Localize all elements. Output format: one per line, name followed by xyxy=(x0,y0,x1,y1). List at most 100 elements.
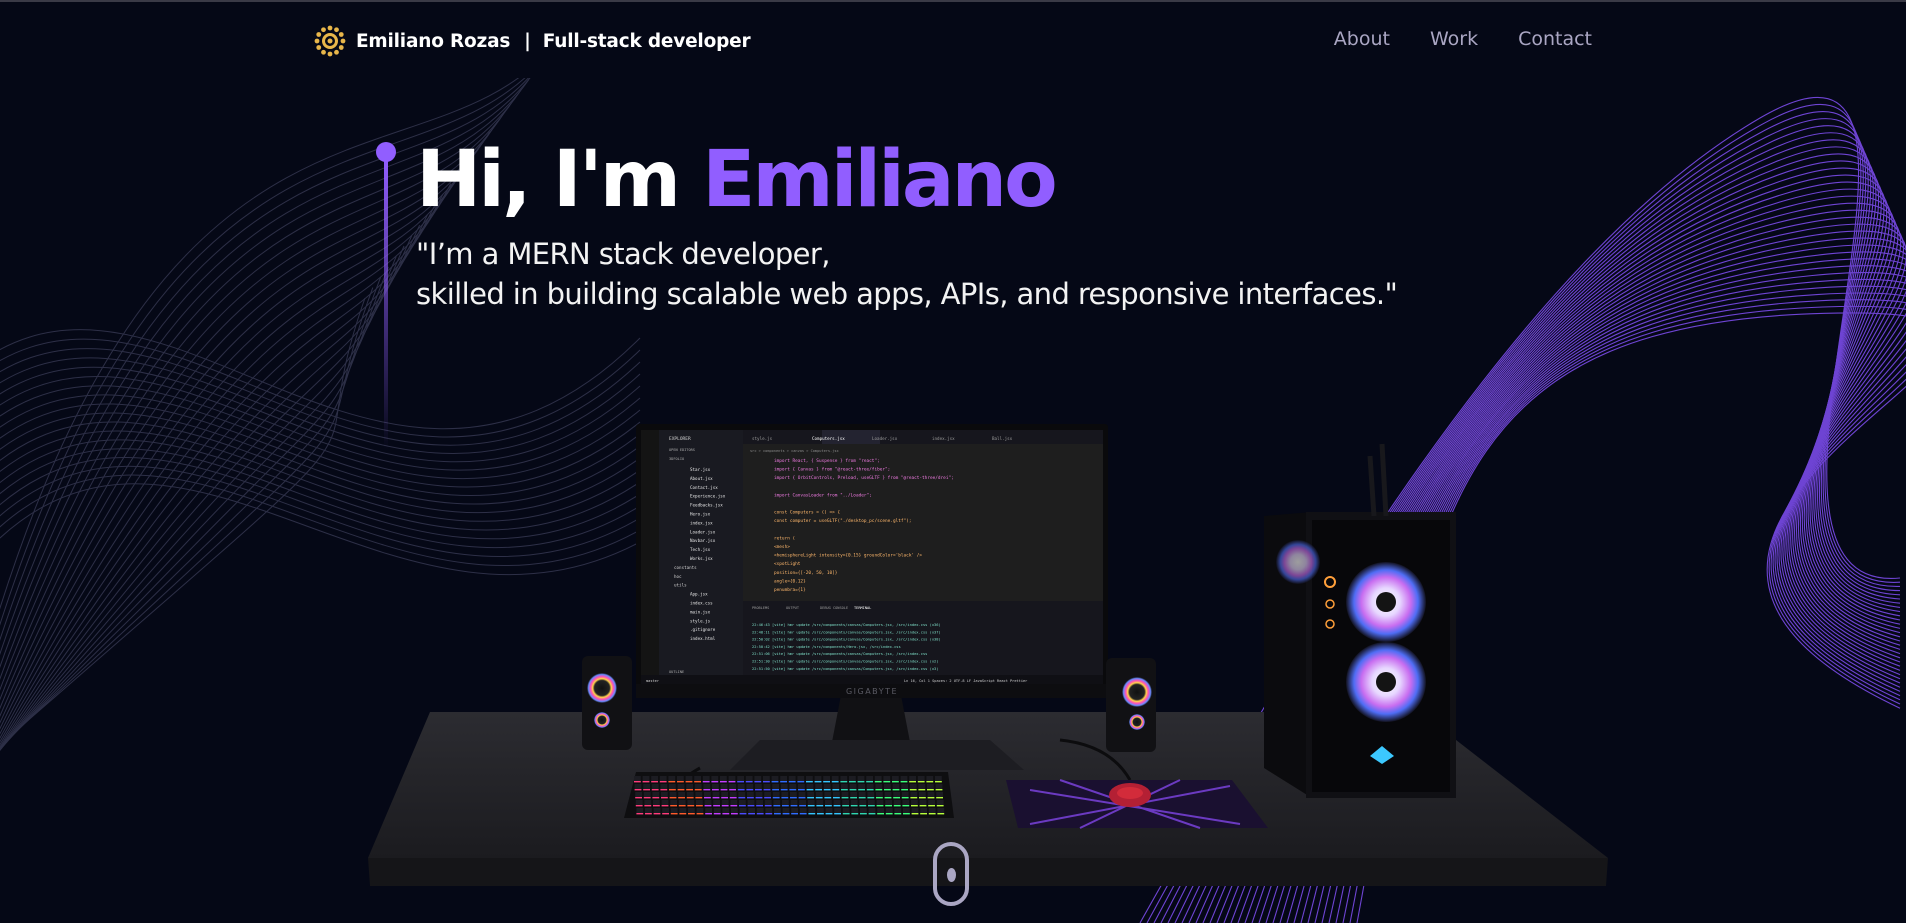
explorer-file: Feedbacks.jsx xyxy=(690,503,723,508)
keyboard-key xyxy=(841,784,848,790)
keyboard-key xyxy=(678,792,685,798)
keyboard-key xyxy=(772,792,780,798)
key-backlight xyxy=(731,813,738,815)
keyboard-key xyxy=(763,784,771,790)
key-backlight xyxy=(788,781,796,783)
keyboard-key xyxy=(764,800,772,806)
terminal-line: 22:50:02 [vite] hmr update /src/componen… xyxy=(752,638,941,642)
key-backlight xyxy=(755,789,762,791)
key-backlight xyxy=(729,789,736,791)
hero-subtitle: "I’m a MERN stack developer, skilled in … xyxy=(416,234,1398,314)
key-backlight xyxy=(651,781,658,783)
hero-subtitle-line1: "I’m a MERN stack developer, xyxy=(416,237,830,271)
speaker-left xyxy=(582,656,632,750)
key-backlight xyxy=(798,797,806,799)
nav-link-contact[interactable]: Contact xyxy=(1518,28,1592,50)
keyboard-key xyxy=(711,776,719,782)
key-backlight xyxy=(704,805,712,807)
key-backlight xyxy=(823,789,831,791)
keyboard-key xyxy=(677,776,684,782)
keyboard-key xyxy=(920,808,927,814)
key-backlight xyxy=(893,805,901,807)
keyboard-key xyxy=(937,808,945,814)
code-line: penumbra={1} xyxy=(774,587,806,593)
keyboard-key xyxy=(729,792,737,798)
key-backlight xyxy=(694,789,702,791)
keyboard-key xyxy=(678,800,686,806)
mouse-scroll-icon xyxy=(947,868,956,882)
explorer-file: index.html xyxy=(690,636,716,641)
keyboard-key xyxy=(806,784,814,790)
keyboard-key xyxy=(696,808,704,814)
keyboard-key xyxy=(765,808,773,814)
side-fan xyxy=(1276,540,1320,584)
keyboard-key xyxy=(746,784,754,790)
key-backlight xyxy=(747,797,754,799)
keyboard-key xyxy=(782,808,790,814)
hero-title: Hi, I'm Emiliano xyxy=(416,132,1058,228)
keyboard-key xyxy=(910,792,918,798)
keyboard-key xyxy=(679,808,687,814)
keyboard-key xyxy=(745,776,753,782)
key-backlight xyxy=(808,813,816,815)
key-backlight xyxy=(875,789,883,791)
key-backlight xyxy=(678,797,685,799)
keyboard-key xyxy=(935,784,943,790)
keyboard-key xyxy=(815,792,823,798)
key-backlight xyxy=(635,797,642,799)
keyboard-key xyxy=(737,784,745,790)
nav-link-work[interactable]: Work xyxy=(1430,28,1478,50)
keyboard-key xyxy=(712,784,719,790)
terminal-line: 22:50:42 [vite] hmr update /src/componen… xyxy=(752,645,901,649)
explorer-section: OPEN EDITORS xyxy=(669,448,695,452)
key-backlight xyxy=(703,789,711,791)
key-backlight xyxy=(782,805,789,807)
key-backlight xyxy=(763,789,771,791)
key-backlight xyxy=(669,789,676,791)
key-backlight xyxy=(774,813,781,815)
keyboard-key xyxy=(721,800,729,806)
keyboard-key xyxy=(644,800,652,806)
key-backlight xyxy=(858,789,865,791)
explorer-file: Loader.jsx xyxy=(690,529,716,534)
key-backlight xyxy=(937,813,945,815)
key-backlight xyxy=(909,781,916,783)
key-backlight xyxy=(670,805,677,807)
key-backlight xyxy=(634,781,641,783)
keyboard-key xyxy=(652,792,660,798)
key-backlight xyxy=(893,797,900,799)
key-backlight xyxy=(728,781,736,783)
key-backlight xyxy=(653,813,661,815)
keyboard-key xyxy=(885,808,893,814)
scroll-indicator[interactable] xyxy=(933,842,969,906)
terminal-line: 22:48:11 [vite] hmr update /src/componen… xyxy=(752,630,941,634)
key-backlight xyxy=(791,813,798,815)
keyboard-key xyxy=(850,800,858,806)
keyboard-key xyxy=(669,792,677,798)
key-backlight xyxy=(739,813,747,815)
key-backlight xyxy=(688,813,695,815)
keyboard-key xyxy=(840,776,848,782)
nav-link-about[interactable]: About xyxy=(1334,28,1390,50)
monitor-base xyxy=(730,740,1024,770)
keyboard-key xyxy=(712,792,720,798)
key-backlight xyxy=(652,797,660,799)
key-backlight xyxy=(695,797,703,799)
code-line: import CanvasLoader from "../Loader"; xyxy=(774,492,872,498)
key-backlight xyxy=(806,789,814,791)
keyboard-key xyxy=(771,776,779,782)
keyboard-key xyxy=(797,776,805,782)
code-line: position={[-20, 50, 10]} xyxy=(774,570,838,576)
accent-line xyxy=(384,158,388,450)
keyboard-key xyxy=(911,800,918,806)
key-backlight xyxy=(876,797,883,799)
brand-link[interactable]: Emiliano Rozas | Full-stack developer xyxy=(312,22,751,60)
desk-edge xyxy=(368,858,1608,886)
keyboard-key xyxy=(876,792,883,798)
keyboard-key xyxy=(780,784,788,790)
keyboard-key xyxy=(902,800,910,806)
keyboard-key xyxy=(738,792,746,798)
keyboard-key xyxy=(823,784,831,790)
explorer-section: OUTLINE xyxy=(669,670,684,674)
code-line: const Computers = () => { xyxy=(774,510,840,516)
